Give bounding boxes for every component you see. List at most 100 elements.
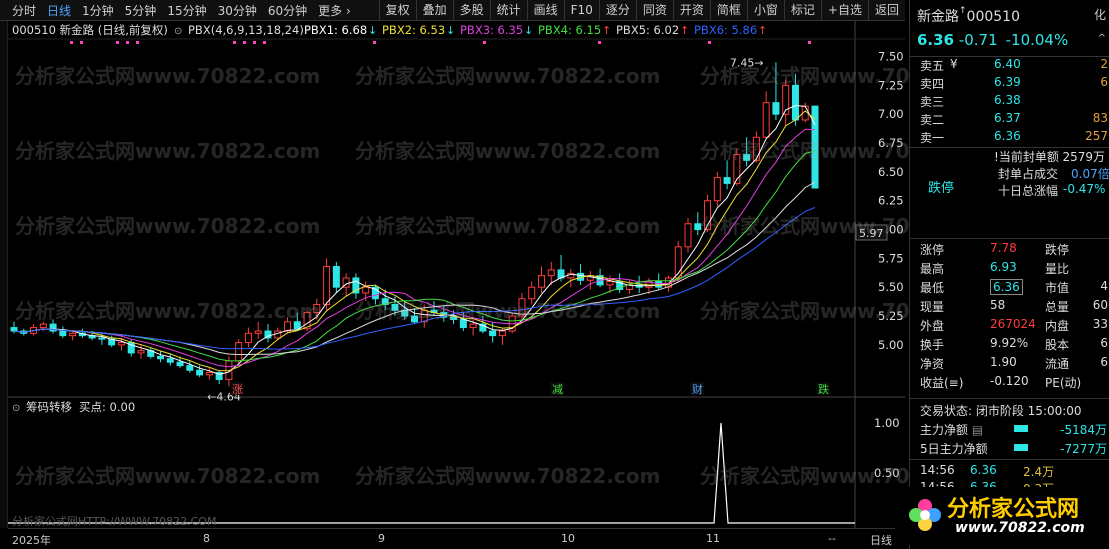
price-change: -0.71 [958, 31, 998, 49]
period-label[interactable]: 日线 [870, 532, 892, 548]
ask-label: 卖二 [920, 113, 945, 127]
open-capital-button[interactable]: 开资 [672, 0, 710, 21]
ask-volume: 83 [1092, 111, 1108, 125]
candle-body [117, 342, 125, 346]
ask-label: 卖一 [920, 131, 945, 145]
signal-dot [116, 41, 119, 44]
event-marker[interactable]: 涨 [232, 383, 243, 396]
candle-body [772, 102, 780, 115]
stat-label: 内盘 [1045, 319, 1070, 333]
tab-intraday[interactable]: 分时 [12, 2, 36, 19]
ask-volume: 257 [1085, 129, 1108, 143]
main-flow-label: 主力净额 ▤ [920, 423, 984, 437]
period-tabs: 分时 日线 1分钟 5分钟 15分钟 30分钟 60分钟 更多 › [0, 2, 379, 19]
stat-label: 流通 [1045, 357, 1070, 371]
top-toolbar: 分时 日线 1分钟 5分钟 15分钟 30分钟 60分钟 更多 › 复权 叠加 … [0, 0, 905, 21]
candle-body [684, 223, 692, 248]
candle-body [743, 154, 751, 161]
price-tick: 7.25 [878, 78, 904, 92]
up-arrow-icon[interactable]: ^ [1098, 33, 1106, 44]
draw-button[interactable]: 画线 [526, 0, 564, 21]
price-tick: 7.00 [878, 107, 904, 121]
seal-ratio: 0.07倍 [1071, 167, 1109, 181]
current-price-tag: 5.97 [859, 227, 884, 240]
stock-name: 新金路 [917, 9, 959, 25]
tab-daily[interactable]: 日线 [47, 2, 71, 19]
stat-label: 总量 [1045, 300, 1070, 314]
tab-60min[interactable]: 60分钟 [268, 2, 307, 19]
indicator-toggle-icon[interactable]: ⊙ [174, 26, 182, 37]
stat-row: 最低 6.36 市值 4 [910, 279, 1109, 297]
stat-value: 7.78 [990, 241, 1017, 255]
stat-value: 1.90 [990, 355, 1017, 369]
candle-body [411, 315, 418, 323]
signal-dot [483, 41, 486, 44]
signal-dot [598, 41, 601, 44]
simple-frame-button[interactable]: 简框 [709, 0, 747, 21]
tab-1min[interactable]: 1分钟 [82, 2, 114, 19]
ask-row[interactable]: 卖二 6.37 83 [910, 111, 1109, 129]
arrow-up-icon: ↑ [758, 24, 767, 37]
candle-body [196, 369, 204, 376]
same-capital-button[interactable]: 同资 [635, 0, 673, 21]
event-marker[interactable]: 减 [552, 383, 563, 396]
multi-stock-button[interactable]: 多股 [452, 0, 490, 21]
signal-dot [373, 41, 376, 44]
ask-row[interactable]: 卖一 6.36 257 [910, 129, 1109, 147]
tab-30min[interactable]: 30分钟 [218, 2, 257, 19]
ask-row[interactable]: 卖四 6.39 6 [910, 75, 1109, 93]
candle-body [157, 355, 165, 360]
sub-indicator-toggle-icon[interactable]: ⊙ [12, 403, 20, 414]
signal-dot [233, 41, 236, 44]
pbx-legend-item: PBX1: 6.68 [304, 23, 367, 37]
ten-day-change: -0.47% [1063, 182, 1106, 196]
candle-body [489, 330, 497, 337]
sub-axis-tick: 1.00 [874, 416, 900, 430]
signal-dot [708, 41, 711, 44]
ask-row[interactable]: 卖五 ¥6.40 2 [910, 57, 1109, 75]
small-window-button[interactable]: 小窗 [746, 0, 784, 21]
stat-value: 6 [1100, 355, 1108, 369]
indicator-name: PBX(4,6,9,13,18,24) [188, 23, 304, 37]
tab-more[interactable]: 更多 › [318, 2, 351, 19]
candle-body [606, 280, 614, 286]
ask-row[interactable]: 卖三 6.38 [910, 93, 1109, 111]
candle-body [391, 304, 399, 311]
kline-chart[interactable]: 000510 新金路 (日线,前复权) ⊙ PBX(4,6,9,13,18,24… [8, 21, 905, 528]
price-change-pct: -10.04% [1005, 31, 1069, 49]
signal-dot [263, 41, 266, 44]
candle-body [254, 330, 262, 334]
stat-row: 净资 1.90 流通 6 [910, 355, 1109, 373]
stats-button[interactable]: 统计 [489, 0, 527, 21]
back-button[interactable]: 返回 [867, 0, 905, 21]
event-marker[interactable]: 财 [692, 382, 703, 396]
stat-value: 60 [1092, 298, 1108, 312]
pbx-legend-item: PBX6: 5.86 [694, 23, 757, 37]
candle-body [69, 332, 77, 337]
f10-button[interactable]: F10 [563, 0, 599, 21]
corner-label[interactable]: 化 [1094, 6, 1106, 23]
ask-price: 6.36 [994, 129, 1021, 143]
candle-body [39, 323, 47, 329]
last-price: 6.36 [917, 31, 955, 49]
doc-icon[interactable]: ▤ [972, 423, 983, 437]
mark-button[interactable]: 标记 [783, 0, 821, 21]
adjust-button[interactable]: 复权 [378, 0, 416, 21]
logo-title: 分析家公式网 [947, 497, 1080, 522]
sub-indicator-title: 筹码转移 [26, 400, 72, 414]
tick-button[interactable]: 逐分 [598, 0, 636, 21]
overlay-button[interactable]: 叠加 [415, 0, 453, 21]
signal-dot [253, 41, 256, 44]
info-icon[interactable]: ↑ [959, 6, 967, 16]
pbx-legend-item: PBX4: 6.15 [538, 23, 601, 37]
signal-dot [243, 41, 246, 44]
add-watchlist-button[interactable]: +自选 [820, 0, 868, 21]
candle-body [332, 265, 340, 288]
stat-label: 最低 [920, 281, 945, 295]
event-marker[interactable]: 跌 [818, 382, 829, 396]
stat-label: 收益(≡) [920, 376, 964, 390]
tab-15min[interactable]: 15分钟 [167, 2, 206, 19]
seal-ratio-label: 封单占成交 [998, 167, 1059, 181]
candle-body [528, 286, 536, 300]
tab-5min[interactable]: 5分钟 [125, 2, 157, 19]
